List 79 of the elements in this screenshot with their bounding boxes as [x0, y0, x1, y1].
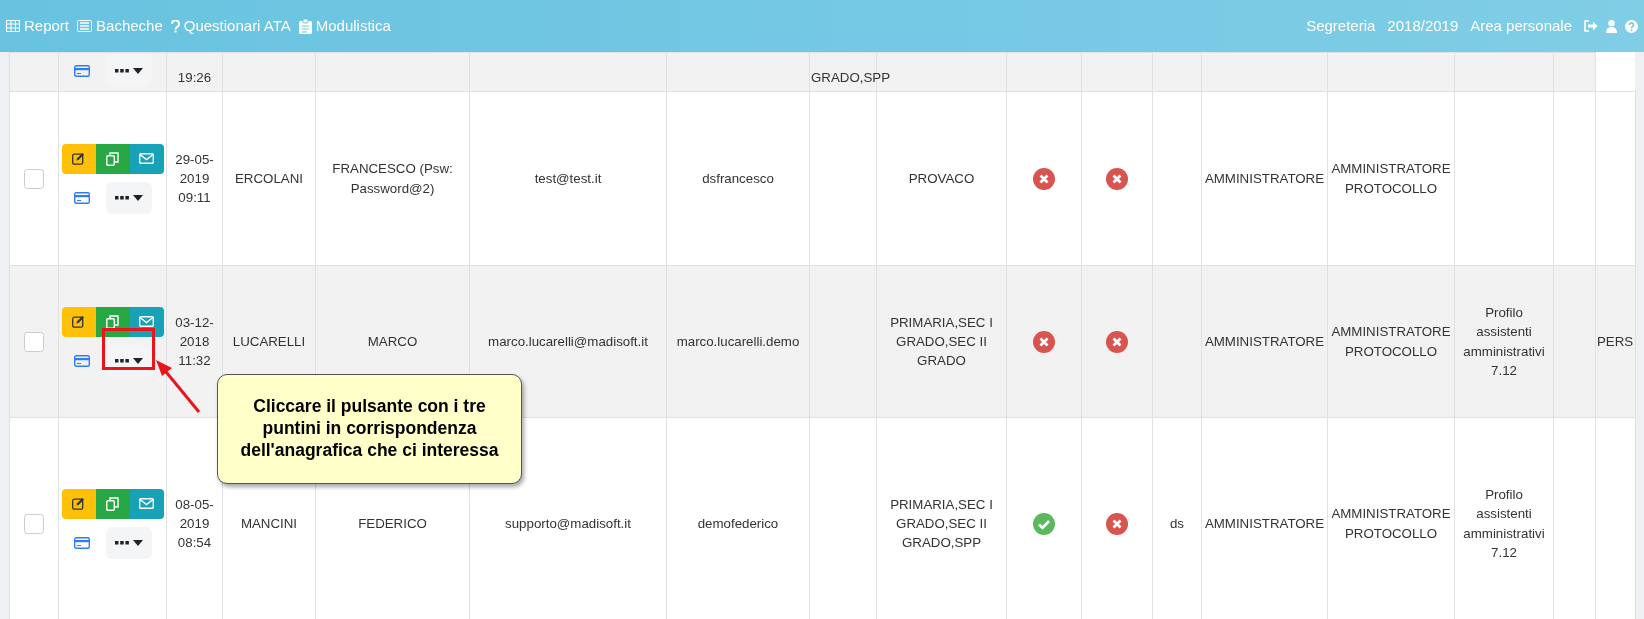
table-cell-text: FEDERICO [358, 515, 427, 531]
edit-icon [72, 315, 85, 328]
logout-icon[interactable] [1584, 20, 1598, 32]
edit-icon [72, 152, 85, 165]
envelope-icon [139, 498, 154, 509]
table-cell-text: ERCOLANI [235, 170, 303, 186]
table-cell-text: supporto@madisoft.it [505, 515, 631, 531]
edit-button[interactable] [61, 488, 96, 519]
credit-card-icon[interactable] [73, 65, 90, 77]
table-cell-text: 29-05-2019 09:11 [175, 151, 214, 206]
edit-button[interactable] [61, 306, 96, 337]
table-cell-text: MARCO [367, 333, 418, 349]
table-cell-text: AMMINISTRATORE [1204, 170, 1325, 186]
table-cell-text: GRADO,SPP [811, 69, 891, 85]
credit-card-icon[interactable] [73, 536, 90, 549]
nav-link[interactable]: Area personale [1470, 14, 1572, 38]
more-options-dropdown[interactable] [105, 526, 152, 559]
envelope-icon [139, 153, 154, 164]
table-cell-text: Profilo assistenti amministrativi 7.12 [1463, 304, 1545, 378]
newspaper-icon [77, 20, 93, 32]
email-button[interactable] [129, 488, 164, 519]
table-icon [6, 20, 20, 32]
nav-link[interactable]: Segreteria [1306, 14, 1376, 38]
table-cell-text: AMMINISTRATORE [1204, 333, 1325, 349]
table-cell-text: PROVACO [908, 170, 975, 186]
table-cell-text: dsfrancesco [702, 170, 774, 186]
row-checkbox[interactable] [24, 331, 44, 352]
ellipsis-icon [114, 195, 129, 200]
ellipsis-icon [114, 540, 129, 545]
ellipsis-icon [114, 69, 129, 73]
table-cell-text: AMMINISTRATORE [1204, 515, 1325, 531]
edit-button[interactable] [61, 143, 96, 174]
table-cell-text: AMMINISTRATORE PROTOCOLLO [1331, 161, 1451, 196]
table-cell-text: marco.lucarelli.demo [676, 333, 800, 349]
table-cell-text: AMMINISTRATORE PROTOCOLLO [1331, 506, 1451, 541]
callout-note: Cliccare il pulsante con i tre puntini in corrispondenza dell'anagrafica che ci interessa [217, 374, 522, 484]
table-cell-text: AMMINISTRATORE PROTOCOLLO [1331, 324, 1451, 359]
table-cell-text: FRANCESCO (Psw: Password@2) [332, 161, 453, 196]
more-options-dropdown[interactable] [105, 55, 152, 87]
copy-icon [106, 314, 119, 329]
ellipsis-icon [114, 358, 129, 363]
help-icon[interactable] [1625, 19, 1638, 33]
nav-link[interactable]: Report [6, 14, 70, 38]
table-cell-text: demofederico [697, 515, 779, 531]
table-cell-text: Profilo assistenti amministrativi 7.12 [1463, 486, 1545, 560]
table-cell-text: PRIMARIA,SEC I GRADO,SEC II GRADO [890, 314, 993, 369]
table-cell-text: PERS [1597, 333, 1634, 349]
table-cell-text: 08-05-2019 08:54 [175, 496, 214, 551]
caret-icon [132, 194, 143, 201]
more-options-dropdown[interactable] [105, 181, 152, 214]
credit-card-icon[interactable] [73, 354, 90, 367]
credit-card-icon[interactable] [73, 191, 90, 204]
caret-icon [132, 68, 143, 74]
nav-link[interactable]: 2018/2019 [1387, 14, 1459, 38]
table-cell-text: PRIMARIA,SEC I GRADO,SEC II GRADO,SPP [890, 496, 993, 551]
row-checkbox[interactable] [24, 168, 44, 189]
table-cell-text: ds [1169, 515, 1184, 531]
email-button[interactable] [129, 143, 164, 174]
table-cell-text: LUCARELLI [232, 333, 306, 349]
highlight-rectangle [102, 328, 155, 370]
row-checkbox[interactable] [24, 513, 44, 534]
question-mark-icon [170, 19, 180, 33]
nav-link[interactable]: Modulistica [298, 14, 391, 38]
clipboard-icon [298, 18, 312, 34]
copy-icon [106, 151, 119, 166]
table-cell-text: MANCINI [240, 515, 298, 531]
table-cell-text: marco.lucarelli@madisoft.it [488, 333, 648, 349]
caret-icon [132, 357, 143, 364]
user-icon[interactable] [1606, 19, 1617, 33]
more-options-dropdown[interactable] [105, 344, 152, 377]
nav-link[interactable]: Questionari ATA [170, 14, 291, 38]
copy-icon [106, 496, 119, 511]
table-cell-text: test@test.it [534, 170, 602, 186]
caret-icon [132, 539, 143, 546]
nav-link[interactable]: Bacheche [77, 14, 163, 38]
edit-icon [72, 497, 85, 510]
table-cell-text: 03-12-2018 11:32 [175, 314, 214, 369]
envelope-icon [139, 316, 154, 327]
table-cell-text: 19:26 [177, 69, 212, 85]
